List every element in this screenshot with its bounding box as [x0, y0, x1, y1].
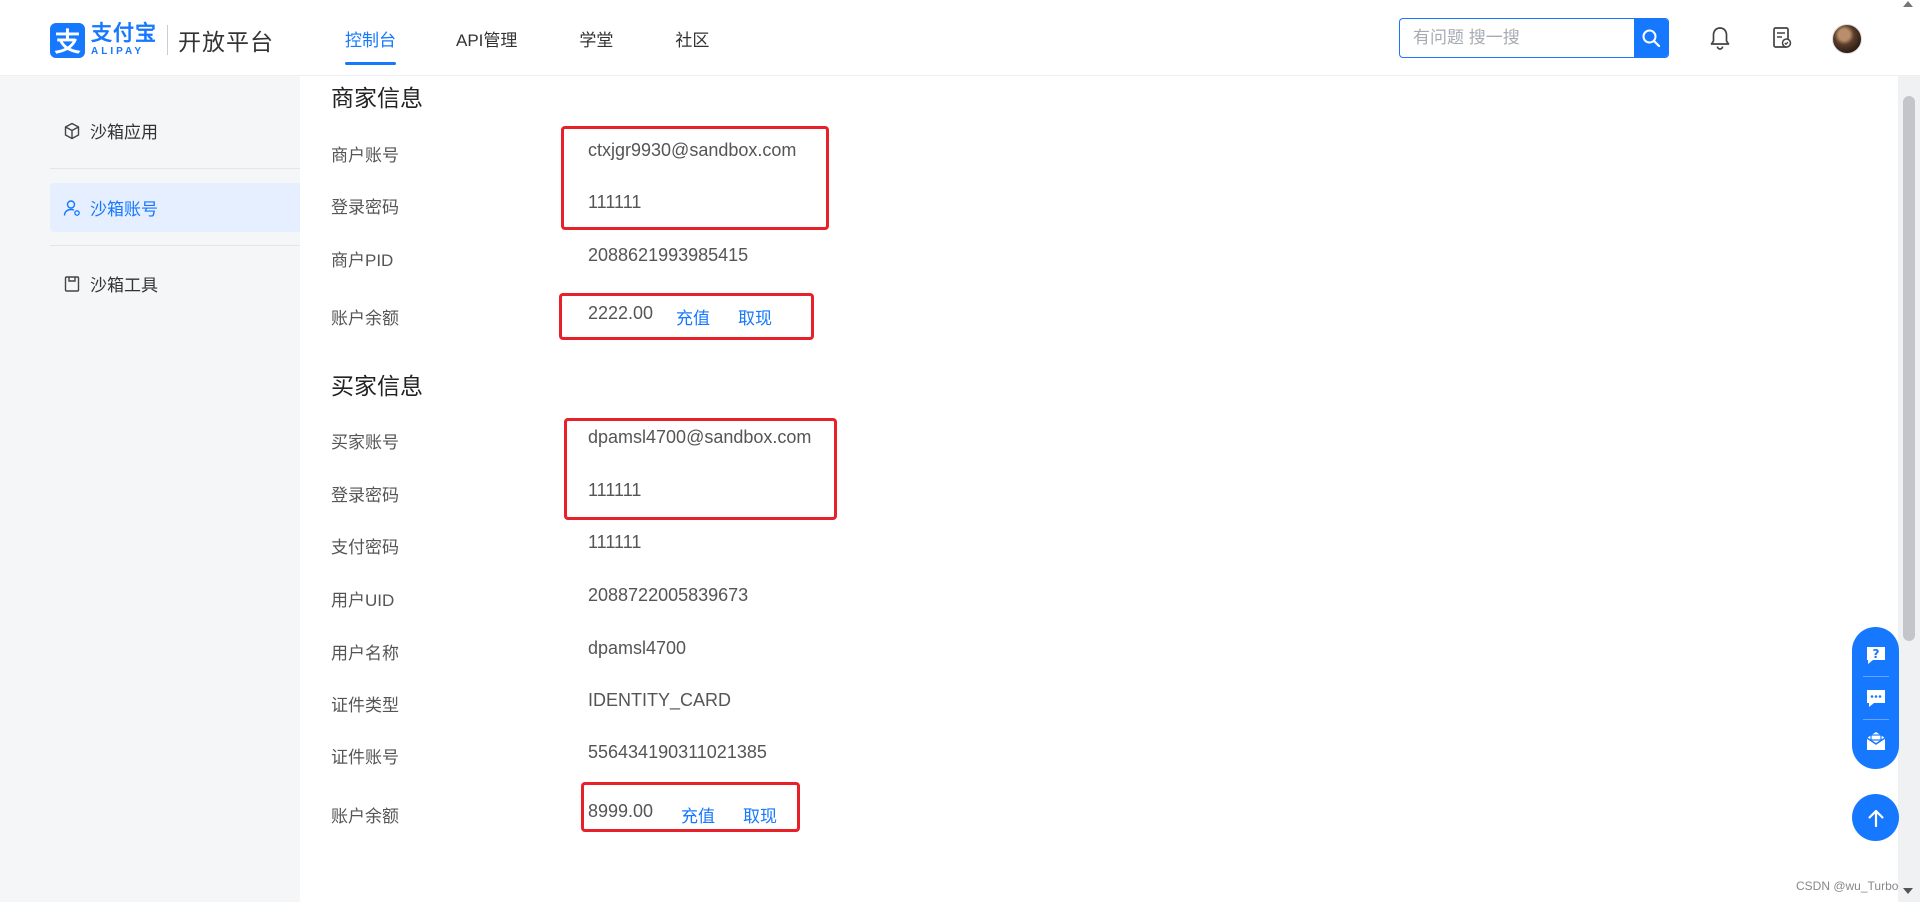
- search-box: [1399, 18, 1669, 58]
- back-to-top-button[interactable]: [1852, 794, 1899, 841]
- sidebar-item-sandbox-tools[interactable]: 沙箱工具: [50, 259, 300, 308]
- buyer-recharge-link[interactable]: 充值: [681, 802, 715, 827]
- nav-community[interactable]: 社区: [675, 0, 709, 76]
- search-button[interactable]: [1634, 19, 1668, 57]
- sidebar-divider: [50, 168, 300, 169]
- buyer-uid-value: 2088722005839673: [588, 585, 749, 605]
- search-input[interactable]: [1400, 19, 1634, 57]
- logo-divider: [167, 25, 168, 55]
- scroll-up-arrow-icon[interactable]: [1903, 1, 1913, 7]
- sidebar-item-label: 沙箱应用: [90, 123, 158, 142]
- help-button[interactable]: ?: [1861, 640, 1891, 670]
- merchant-account-label: 商户账号: [331, 146, 399, 165]
- document-icon[interactable]: [1770, 26, 1794, 50]
- scroll-down-arrow-icon[interactable]: [1903, 888, 1913, 894]
- help-icon: ?: [1866, 647, 1885, 664]
- buyer-pay-password-label: 支付密码: [331, 538, 399, 557]
- nav-console[interactable]: 控制台: [345, 0, 396, 76]
- sidebar-item-sandbox-account[interactable]: 沙箱账号: [50, 183, 300, 232]
- merchant-withdraw-link[interactable]: 取现: [738, 304, 772, 329]
- merchant-login-password-value: 111111: [588, 192, 642, 212]
- buyer-withdraw-link[interactable]: 取现: [743, 802, 777, 827]
- buyer-login-password-label: 登录密码: [331, 486, 399, 505]
- buyer-id-number-label: 证件账号: [331, 748, 399, 767]
- merchant-recharge-link[interactable]: 充值: [676, 304, 710, 329]
- alipay-logo-icon: 支: [50, 22, 85, 58]
- search-icon: [1642, 29, 1661, 48]
- buyer-pay-password-value: 111111: [588, 532, 642, 552]
- bell-icon[interactable]: [1708, 26, 1732, 50]
- merchant-section-title: 商家信息: [331, 85, 423, 111]
- buyer-name-label: 用户名称: [331, 644, 399, 663]
- buyer-balance-value: 8999.00: [588, 801, 654, 821]
- buyer-id-type-label: 证件类型: [331, 696, 399, 715]
- nav-academy[interactable]: 学堂: [579, 0, 613, 76]
- user-icon: [62, 198, 82, 218]
- page-scrollbar[interactable]: [1898, 76, 1920, 902]
- top-header: 支 支付宝 ALIPAY 开放平台 控制台 API管理 学堂 社区: [0, 0, 1920, 76]
- nav-api-management[interactable]: API管理: [456, 0, 517, 76]
- buyer-id-type-value: IDENTITY_CARD: [588, 690, 732, 710]
- main-nav: 控制台 API管理 学堂 社区: [320, 0, 709, 76]
- buyer-name-value: dpamsl4700: [588, 638, 687, 658]
- buyer-balance-label: 账户余额: [331, 807, 399, 826]
- chat-button[interactable]: [1861, 683, 1891, 713]
- mail-icon: [1866, 732, 1885, 750]
- merchant-pid-label: 商户PID: [331, 251, 394, 270]
- buyer-login-password-value: 111111: [588, 480, 642, 500]
- nav-active-indicator: [345, 62, 396, 65]
- arrow-up-icon: [1867, 809, 1884, 827]
- chat-icon: [1866, 690, 1885, 707]
- mail-button[interactable]: [1861, 726, 1891, 756]
- merchant-login-password-label: 登录密码: [331, 198, 399, 217]
- buyer-id-number-value: 556434190311021385: [588, 742, 767, 762]
- main-content: [300, 76, 1898, 902]
- sidebar: 沙箱应用 沙箱账号 沙箱工具: [0, 76, 300, 902]
- sidebar-item-label: 沙箱账号: [90, 200, 158, 219]
- logo-en-text: ALIPAY: [91, 46, 145, 57]
- sidebar-item-sandbox-app[interactable]: 沙箱应用: [50, 106, 300, 155]
- platform-name: 开放平台: [178, 29, 274, 55]
- sidebar-item-label: 沙箱工具: [90, 276, 158, 295]
- buyer-section-title: 买家信息: [331, 373, 423, 399]
- user-avatar[interactable]: [1832, 24, 1862, 54]
- svg-text:?: ?: [1872, 647, 1879, 661]
- scrollbar-thumb[interactable]: [1903, 96, 1915, 641]
- toolbox-icon: [62, 274, 82, 294]
- cube-icon: [62, 121, 82, 141]
- merchant-balance-label: 账户余额: [331, 309, 399, 328]
- merchant-balance-value: 2222.00: [588, 303, 654, 323]
- merchant-pid-value: 2088621993985415: [588, 245, 749, 265]
- buyer-uid-label: 用户UID: [331, 591, 395, 610]
- buyer-account-value: dpamsl4700@sandbox.com: [588, 427, 812, 447]
- alipay-logo[interactable]: 支 支付宝 ALIPAY 开放平台: [50, 22, 274, 58]
- buyer-account-label: 买家账号: [331, 433, 399, 452]
- sidebar-divider: [50, 245, 300, 246]
- floating-help-toolbar: ?: [1852, 627, 1899, 769]
- logo-cn-text: 支付宝: [91, 22, 157, 45]
- merchant-account-value: ctxjgr9930@sandbox.com: [588, 140, 797, 160]
- watermark-text: CSDN @wu_Turbo: [1796, 879, 1899, 893]
